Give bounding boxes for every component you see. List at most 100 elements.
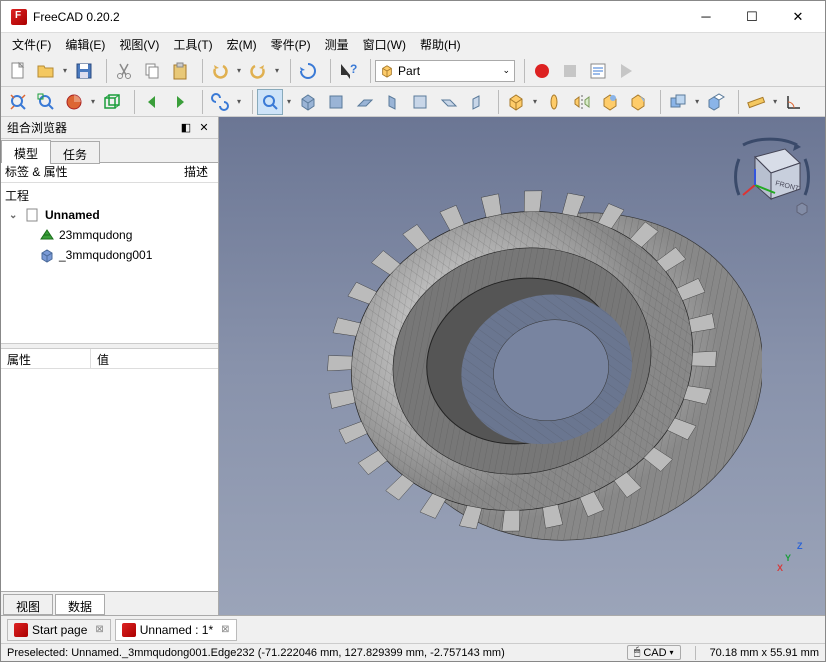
draw-style-dropdown-icon[interactable]: ▾ <box>89 97 97 106</box>
menu-help[interactable]: 帮助(H) <box>413 34 468 55</box>
doctab-unnamed[interactable]: Unnamed : 1* ⊠ <box>115 619 237 641</box>
workbench-selected-label: Part <box>398 64 420 78</box>
part-cube-icon <box>380 64 394 78</box>
axis-x-label: X <box>777 563 783 573</box>
nav-right-icon[interactable] <box>167 89 193 115</box>
boolean-dd-icon[interactable]: ▾ <box>693 97 701 106</box>
fit-selection-icon[interactable] <box>33 89 59 115</box>
redo-icon[interactable] <box>245 58 271 84</box>
property-body[interactable] <box>1 369 218 591</box>
nav-left-icon[interactable] <box>139 89 165 115</box>
panel-float-icon[interactable]: ◧ <box>178 120 194 136</box>
model-tree[interactable]: 工程 ⌄ Unnamed 23mmqudong _3mmqudong001 <box>1 183 218 343</box>
part-extrude-icon[interactable] <box>503 89 529 115</box>
macro-record-icon[interactable] <box>529 58 555 84</box>
tree-col-label: 标签 & 属性 <box>5 163 164 182</box>
mesh-icon <box>39 227 55 243</box>
doctab-unnamed-close-icon[interactable]: ⊠ <box>221 624 229 635</box>
btab-view[interactable]: 视图 <box>3 594 53 615</box>
macro-stop-icon[interactable] <box>557 58 583 84</box>
paste-icon[interactable] <box>167 58 193 84</box>
nav-style-button[interactable]: 🖱 CAD ▾ <box>627 645 681 660</box>
btab-data[interactable]: 数据 <box>55 594 105 615</box>
save-icon[interactable] <box>71 58 97 84</box>
doctab-start-close-icon[interactable]: ⊠ <box>95 624 103 635</box>
refresh-icon[interactable] <box>295 58 321 84</box>
navigation-cube[interactable]: FRONT <box>725 127 815 217</box>
axis-y-label: Y <box>785 553 791 563</box>
document-icon <box>25 207 41 223</box>
menu-edit[interactable]: 编辑(E) <box>58 34 112 55</box>
undo-icon[interactable] <box>207 58 233 84</box>
workbench-selector[interactable]: Part ⌄ <box>375 60 515 82</box>
link-icon[interactable] <box>207 89 233 115</box>
status-dimensions: 70.18 mm x 55.91 mm <box>710 647 819 659</box>
workbench-dropdown-icon: ⌄ <box>503 65 511 76</box>
cut-icon[interactable] <box>111 58 137 84</box>
copy-icon[interactable] <box>139 58 165 84</box>
combo-view-panel: 组合浏览器 ◧ ✕ 模型 任务 标签 & 属性 描述 工程 ⌄ Unnamed … <box>1 117 219 615</box>
tab-task[interactable]: 任务 <box>50 141 100 164</box>
new-file-icon[interactable] <box>5 58 31 84</box>
view-bottom-icon[interactable] <box>435 89 461 115</box>
zoom-icon[interactable] <box>257 89 283 115</box>
view-left-icon[interactable] <box>463 89 489 115</box>
draw-style-icon[interactable] <box>61 89 87 115</box>
part-cut-icon[interactable] <box>703 89 729 115</box>
open-dropdown-icon[interactable]: ▾ <box>61 66 69 75</box>
part-boolean-icon[interactable] <box>665 89 691 115</box>
3d-viewport[interactable]: FRONT Z Y X <box>219 117 825 615</box>
view-iso-icon[interactable] <box>295 89 321 115</box>
status-preselect: Preselected: Unnamed._3mmqudong001.Edge2… <box>7 647 505 659</box>
redo-dropdown-icon[interactable]: ▾ <box>273 66 281 75</box>
view-rear-icon[interactable] <box>407 89 433 115</box>
extrude-dd-icon[interactable]: ▾ <box>531 97 539 106</box>
maximize-button[interactable]: ☐ <box>729 2 775 32</box>
combo-view-title-label: 组合浏览器 <box>7 119 67 136</box>
zoom-dropdown-icon[interactable]: ▾ <box>285 97 293 106</box>
view-top-icon[interactable] <box>351 89 377 115</box>
tab-model[interactable]: 模型 <box>1 140 51 163</box>
tree-item-mesh[interactable]: 23mmqudong <box>1 225 218 245</box>
panel-close-icon[interactable]: ✕ <box>196 120 212 136</box>
combo-view-title: 组合浏览器 ◧ ✕ <box>1 117 218 139</box>
menu-tools[interactable]: 工具(T) <box>166 34 219 55</box>
fit-all-icon[interactable] <box>5 89 31 115</box>
tree-header: 标签 & 属性 描述 <box>1 163 218 183</box>
menu-part[interactable]: 零件(P) <box>264 34 318 55</box>
view-right-icon[interactable] <box>379 89 405 115</box>
whatsthis-icon[interactable]: ? <box>335 58 361 84</box>
tree-project[interactable]: 工程 <box>1 185 218 205</box>
part-revolve-icon[interactable] <box>541 89 567 115</box>
view-front-icon[interactable] <box>323 89 349 115</box>
undo-dropdown-icon[interactable]: ▾ <box>235 66 243 75</box>
link-dropdown-icon[interactable]: ▾ <box>235 97 243 106</box>
menu-measure[interactable]: 测量 <box>318 34 356 55</box>
measure-dd-icon[interactable]: ▾ <box>771 97 779 106</box>
part-mirror-icon[interactable] <box>569 89 595 115</box>
nav-style-dropdown-icon: ▾ <box>670 648 674 657</box>
part-chamfer-icon[interactable] <box>625 89 651 115</box>
tree-document[interactable]: ⌄ Unnamed <box>1 205 218 225</box>
open-file-icon[interactable] <box>33 58 59 84</box>
freecad-tab-icon <box>14 623 28 637</box>
bounding-box-icon[interactable] <box>99 89 125 115</box>
macro-run-icon[interactable] <box>613 58 639 84</box>
doctab-start-page[interactable]: Start page ⊠ <box>7 619 111 641</box>
close-button[interactable]: ✕ <box>775 2 821 32</box>
measure-angular-icon[interactable] <box>781 89 807 115</box>
tree-item-part[interactable]: _3mmqudong001 <box>1 245 218 265</box>
measure-linear-icon[interactable] <box>743 89 769 115</box>
part-fillet-icon[interactable] <box>597 89 623 115</box>
menu-windows[interactable]: 窗口(W) <box>356 34 413 55</box>
document-tabs: Start page ⊠ Unnamed : 1* ⊠ <box>1 615 825 643</box>
titlebar: FreeCAD 0.20.2 ─ ☐ ✕ <box>1 1 825 33</box>
menu-file[interactable]: 文件(F) <box>5 34 58 55</box>
expand-icon[interactable]: ⌄ <box>9 210 21 221</box>
mouse-icon: 🖱 <box>634 646 641 659</box>
menu-macro[interactable]: 宏(M) <box>220 34 264 55</box>
tree-item-mesh-label: 23mmqudong <box>59 228 132 242</box>
menu-view[interactable]: 视图(V) <box>112 34 166 55</box>
macro-list-icon[interactable] <box>585 58 611 84</box>
minimize-button[interactable]: ─ <box>683 2 729 32</box>
